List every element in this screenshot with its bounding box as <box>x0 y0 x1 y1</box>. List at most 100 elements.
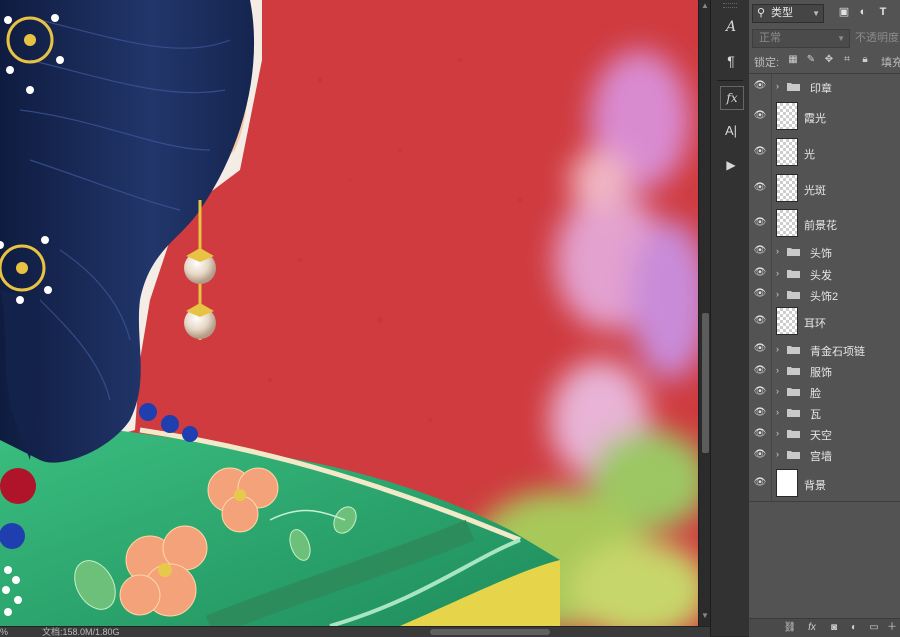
layer-thumbnail[interactable] <box>776 307 798 335</box>
lock-artboard-icon[interactable]: ⌗ <box>841 54 853 66</box>
visibility-eye-icon[interactable]: 👁︎ <box>752 245 768 257</box>
expand-chevron-icon[interactable]: › <box>776 289 779 299</box>
blend-mode-select[interactable]: 正常 ▼ <box>752 29 850 48</box>
layer-row[interactable]: 👁︎ 前景花 <box>749 206 900 241</box>
layer-name[interactable]: 瓦 <box>810 406 821 422</box>
layer-name[interactable]: 脸 <box>810 385 821 401</box>
lock-transparent-icon[interactable]: ▦ <box>787 54 799 66</box>
layer-row[interactable]: 👁︎ › 青金石项链 <box>749 338 900 361</box>
visibility-eye-icon[interactable]: 👁︎ <box>752 365 768 377</box>
visibility-eye-icon[interactable]: 👁︎ <box>752 146 768 158</box>
layer-name[interactable]: 印章 <box>810 80 832 96</box>
filter-kind-value: 类型 <box>771 7 793 19</box>
visibility-eye-icon[interactable]: 👁︎ <box>752 288 768 300</box>
folder-icon <box>787 409 800 417</box>
visibility-eye-icon[interactable]: 👁︎ <box>752 182 768 194</box>
folder-icon <box>787 451 800 459</box>
layer-row[interactable]: 👁︎ › 印章 <box>749 74 900 99</box>
layer-row[interactable]: 👁︎ 光 <box>749 134 900 171</box>
new-group-icon[interactable]: ▭ <box>867 622 881 634</box>
expand-chevron-icon[interactable]: › <box>776 386 779 396</box>
layers-bottom-bar: ⛓ fx ◙ ◐ ▭ ＋ <box>749 618 900 637</box>
layer-row[interactable]: 👁︎ › 头饰 <box>749 240 900 263</box>
paragraph-panel-icon[interactable]: ¶ <box>720 50 742 72</box>
actions-play-icon[interactable]: ▶ <box>720 154 742 176</box>
add-layer-style-icon[interactable]: fx <box>805 622 819 634</box>
layer-row[interactable]: 👁︎ › 头发 <box>749 262 900 285</box>
styles-fx-icon[interactable]: fx <box>720 86 744 110</box>
layer-row[interactable]: 👁︎ › 天空 <box>749 423 900 445</box>
filter-adjustment-icon[interactable]: ◐ <box>856 5 870 19</box>
expand-chevron-icon[interactable]: › <box>776 268 779 278</box>
filter-type-icon[interactable]: T <box>876 5 890 19</box>
character-styles-icon[interactable]: A| <box>720 120 742 142</box>
expand-chevron-icon[interactable]: › <box>776 81 779 91</box>
layer-row[interactable]: 👁︎ › 服饰 <box>749 360 900 382</box>
layer-row[interactable]: 👁︎ 耳环 <box>749 304 900 339</box>
expand-chevron-icon[interactable]: › <box>776 407 779 417</box>
layer-name[interactable]: 青金石项链 <box>810 343 865 359</box>
visibility-eye-icon[interactable]: 👁︎ <box>752 343 768 355</box>
expand-chevron-icon[interactable]: › <box>776 344 779 354</box>
expand-chevron-icon[interactable]: › <box>776 246 779 256</box>
layer-row[interactable]: 👁︎ › 瓦 <box>749 402 900 424</box>
character-panel-icon[interactable]: A <box>720 16 742 38</box>
layer-name[interactable]: 前景花 <box>804 217 837 233</box>
add-mask-icon[interactable]: ◙ <box>827 622 841 634</box>
layer-thumbnail[interactable] <box>776 138 798 166</box>
new-layer-icon[interactable]: ＋ <box>885 622 899 634</box>
scroll-down-arrow-icon[interactable]: ▼ <box>701 612 709 620</box>
visibility-eye-icon[interactable]: 👁︎ <box>752 315 768 327</box>
visibility-eye-icon[interactable]: 👁︎ <box>752 477 768 489</box>
layer-row[interactable]: 👁︎ › 宫墙 <box>749 444 900 466</box>
filter-pixel-icon[interactable]: ▣ <box>837 5 851 19</box>
opacity-label[interactable]: 不透明度 <box>855 30 899 47</box>
layer-name[interactable]: 霞光 <box>804 110 826 126</box>
eye-divider <box>771 338 772 360</box>
lock-image-icon[interactable]: ✎ <box>805 54 817 66</box>
layer-name[interactable]: 背景 <box>804 477 826 493</box>
layer-name[interactable]: 光 <box>804 146 815 162</box>
layer-name[interactable]: 耳环 <box>804 315 826 331</box>
layer-name[interactable]: 头发 <box>810 267 832 283</box>
layer-name[interactable]: 服饰 <box>810 364 832 380</box>
layer-row[interactable]: 👁︎ 霞光 <box>749 98 900 135</box>
layer-row[interactable]: 👁︎ 光斑 <box>749 170 900 207</box>
layer-name[interactable]: 头饰2 <box>810 288 838 304</box>
visibility-eye-icon[interactable]: 👁︎ <box>752 407 768 419</box>
lock-all-icon[interactable]: 🔒︎ <box>859 54 871 66</box>
lock-position-icon[interactable]: ✥ <box>823 54 835 66</box>
eye-divider <box>771 240 772 262</box>
visibility-eye-icon[interactable]: 👁︎ <box>752 428 768 440</box>
visibility-eye-icon[interactable]: 👁︎ <box>752 449 768 461</box>
fill-label[interactable]: 填充 <box>881 54 900 70</box>
document-canvas[interactable] <box>0 0 698 626</box>
new-adjustment-icon[interactable]: ◐ <box>847 622 861 634</box>
visibility-eye-icon[interactable]: 👁︎ <box>752 267 768 279</box>
layer-thumbnail[interactable] <box>776 174 798 202</box>
chevron-down-icon: ▼ <box>812 9 820 18</box>
horizontal-scroll-thumb[interactable] <box>430 629 550 635</box>
link-layers-icon[interactable]: ⛓ <box>783 622 797 634</box>
strip-grip[interactable] <box>723 3 737 8</box>
layer-row[interactable]: 👁︎ 背景 <box>749 465 900 502</box>
layer-thumbnail[interactable] <box>776 209 798 237</box>
layer-name[interactable]: 头饰 <box>810 245 832 261</box>
layer-name[interactable]: 天空 <box>810 427 832 443</box>
expand-chevron-icon[interactable]: › <box>776 449 779 459</box>
layer-thumbnail[interactable] <box>776 102 798 130</box>
layer-name[interactable]: 光斑 <box>804 182 826 198</box>
expand-chevron-icon[interactable]: › <box>776 365 779 375</box>
visibility-eye-icon[interactable]: 👁︎ <box>752 386 768 398</box>
visibility-eye-icon[interactable]: 👁︎ <box>752 217 768 229</box>
scroll-up-arrow-icon[interactable]: ▲ <box>701 2 709 10</box>
filter-kind-select[interactable]: ⚲ 类型 ▼ <box>752 4 824 23</box>
layer-thumbnail[interactable] <box>776 469 798 497</box>
layer-name[interactable]: 宫墙 <box>810 448 832 464</box>
vertical-scroll-thumb[interactable] <box>701 312 710 454</box>
visibility-eye-icon[interactable]: 👁︎ <box>752 110 768 122</box>
layer-row[interactable]: 👁︎ › 头饰2 <box>749 284 900 305</box>
layer-row[interactable]: 👁︎ › 脸 <box>749 381 900 403</box>
visibility-eye-icon[interactable]: 👁︎ <box>752 80 768 92</box>
expand-chevron-icon[interactable]: › <box>776 428 779 438</box>
